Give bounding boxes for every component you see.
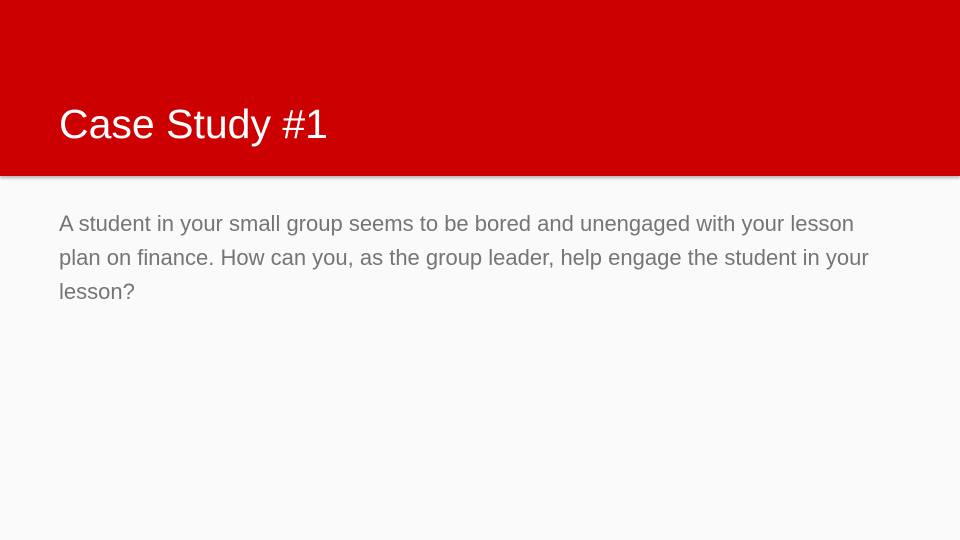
slide: Case Study #1 A student in your small gr…: [0, 0, 960, 540]
slide-body-text: A student in your small group seems to b…: [59, 211, 869, 304]
slide-title: Case Study #1: [59, 101, 328, 147]
title-banner: Case Study #1: [0, 0, 960, 176]
